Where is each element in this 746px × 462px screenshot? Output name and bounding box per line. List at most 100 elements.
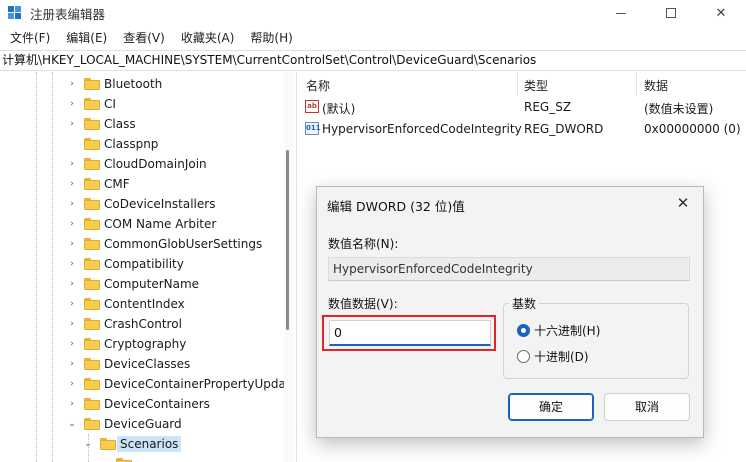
chevron-right-icon[interactable]: › [66,314,78,334]
maximize-icon [666,8,676,18]
tree-item-bluetooth[interactable]: › Bluetooth [66,74,162,94]
folder-icon [84,158,100,170]
chevron-right-icon[interactable]: › [66,154,78,174]
base-group [503,303,689,379]
tree-item-label: Scenarios [117,436,182,452]
tree-scrollbar[interactable] [284,72,294,462]
cancel-button[interactable]: 取消 [604,393,690,421]
column-header-data[interactable]: 数据 [644,77,668,94]
chevron-right-icon[interactable]: › [66,274,78,294]
folder-icon [84,238,100,250]
tree-item-label: DeviceGuard [104,417,182,431]
tree-item-computername[interactable]: › ComputerName [66,274,199,294]
chevron-right-icon[interactable]: › [66,194,78,214]
chevron-right-icon[interactable]: › [66,94,78,114]
value-type: REG_DWORD [524,122,604,136]
tree-item-scenarios[interactable]: ⌄ Scenarios [82,434,182,454]
address-bar[interactable]: 计算机\HKEY_LOCAL_MACHINE\SYSTEM\CurrentCon… [0,50,746,71]
chevron-down-icon[interactable]: ⌄ [66,414,78,434]
value-name-field: HypervisorEnforcedCodeIntegrity [328,257,690,281]
values-header: 名称 类型 数据 [298,72,746,96]
close-icon[interactable]: ✕ [673,193,693,213]
string-value-icon: ab [305,100,319,113]
radio-checked-icon[interactable] [517,323,530,337]
tree-item-devicecontainers[interactable]: › DeviceContainers [66,394,210,414]
menu-help[interactable]: 帮助(H) [242,27,300,49]
value-data: (数值未设置) [644,102,714,116]
menu-file[interactable]: 文件(F) [2,27,58,49]
tree-item-deviceclasses[interactable]: › DeviceClasses [66,354,190,374]
folder-icon [100,438,116,450]
value-data-label: 数值数据(V): [328,297,398,311]
radio-label: 十六进制(H) [534,323,601,338]
chevron-right-icon[interactable]: › [66,294,78,314]
value-row-default[interactable]: ab (默认) REG_SZ (数值未设置) [298,96,746,118]
maximize-button[interactable] [646,0,696,26]
window-title: 注册表编辑器 [30,6,106,22]
close-window-button[interactable]: ✕ [696,0,746,26]
folder-icon [84,218,100,230]
radio-unchecked-icon[interactable] [517,349,530,363]
tree-item-commonglobusersettings[interactable]: › CommonGlobUserSettings [66,234,262,254]
tree-item-label: CommonGlobUserSettings [104,237,263,251]
menu-view[interactable]: 查看(V) [115,27,173,49]
tree-item-compatibility[interactable]: › Compatibility [66,254,184,274]
dialog-title: 编辑 DWORD (32 位)值 [327,199,465,214]
value-name: (默认) [322,102,356,116]
column-separator[interactable] [636,72,637,96]
chevron-right-icon[interactable]: › [66,334,78,354]
tree-item-label: DeviceContainerPropertyUpda [104,377,284,391]
chevron-right-icon[interactable]: › [66,234,78,254]
chevron-down-icon[interactable]: ⌄ [82,434,94,454]
pane-splitter[interactable] [296,72,297,462]
folder-icon [84,318,100,330]
tree-item-crashcontrol[interactable]: › CrashControl [66,314,182,334]
tree-item-deviceguard[interactable]: ⌄ DeviceGuard [66,414,182,434]
folder-icon [84,98,100,110]
regedit-app-icon [8,6,22,20]
window-controls: ✕ [596,0,746,26]
value-row-hvci[interactable]: 011 HypervisorEnforcedCodeIntegrity REG_… [298,118,746,140]
chevron-right-icon[interactable]: › [66,354,78,374]
binary-value-icon: 011 [305,122,321,135]
folder-icon [116,458,132,462]
tree-item-contentindex[interactable]: › ContentIndex [66,294,185,314]
minimize-button[interactable] [596,0,646,26]
tree-item-partial-child[interactable] [98,454,136,462]
tree-item-label: CrashControl [104,317,182,331]
radio-decimal[interactable]: 十进制(D) [517,347,589,365]
chevron-right-icon[interactable]: › [66,374,78,394]
tree-item-label: DeviceContainers [104,397,210,411]
tree-item-class[interactable]: › Class [66,114,136,134]
chevron-right-icon[interactable]: › [66,214,78,234]
tree-item-ci[interactable]: › CI [66,94,116,114]
tree-item-label: ContentIndex [104,297,185,311]
value-data-input[interactable]: 0 [329,320,491,346]
value-type: REG_SZ [524,100,572,114]
radio-hexadecimal[interactable]: 十六进制(H) [517,321,600,339]
menu-bar: 文件(F) 编辑(E) 查看(V) 收藏夹(A) 帮助(H) [0,27,301,49]
chevron-right-icon[interactable]: › [66,174,78,194]
tree-expander-empty [98,454,110,462]
chevron-right-icon[interactable]: › [66,254,78,274]
scrollbar-thumb[interactable] [286,150,289,330]
menu-edit[interactable]: 编辑(E) [58,27,115,49]
ok-button[interactable]: 确定 [508,393,594,421]
menu-favorites[interactable]: 收藏夹(A) [173,27,243,49]
tree-item-com-name-arbiter[interactable]: › COM Name Arbiter [66,214,216,234]
folder-icon [84,78,100,90]
column-separator[interactable] [517,72,518,96]
tree-item-label: ComputerName [104,277,200,291]
tree-item-cryptography[interactable]: › Cryptography [66,334,186,354]
tree-item-classpnp[interactable]: Classpnp [66,134,158,154]
tree-item-codeviceinstallers[interactable]: › CoDeviceInstallers [66,194,215,214]
chevron-right-icon[interactable]: › [66,74,78,94]
chevron-right-icon[interactable]: › [66,114,78,134]
column-header-type[interactable]: 类型 [524,77,548,94]
tree-item-cmf[interactable]: › CMF [66,174,129,194]
tree-item-label: Class [104,117,136,131]
chevron-right-icon[interactable]: › [66,394,78,414]
column-header-name[interactable]: 名称 [306,77,330,94]
tree-item-devicecontainerpropertyupdate[interactable]: › DeviceContainerPropertyUpda [66,374,284,394]
tree-item-clouddomainjoin[interactable]: › CloudDomainJoin [66,154,206,174]
